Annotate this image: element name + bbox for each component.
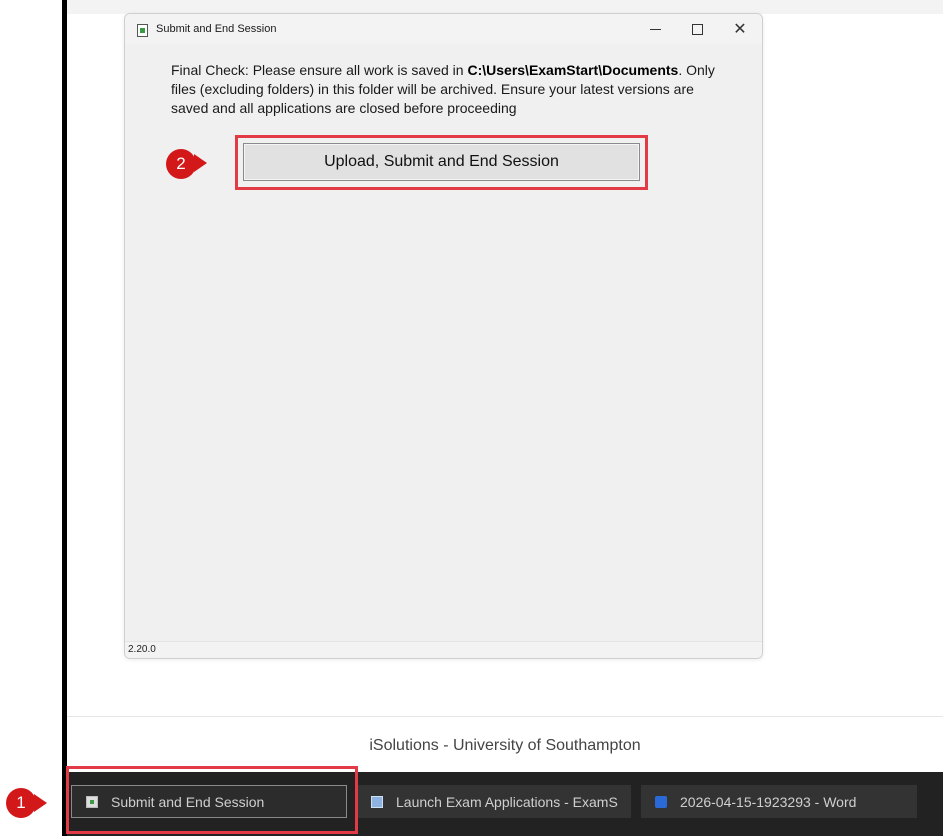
left-margin — [0, 0, 62, 836]
maximize-icon — [691, 23, 703, 35]
callout-step-1: 1 — [6, 788, 36, 818]
page-top-strip — [67, 0, 943, 14]
callout-arrow-1 — [34, 794, 47, 812]
window-title: Submit and End Session — [156, 23, 277, 35]
final-check-message: Final Check: Please ensure all work is s… — [171, 61, 731, 118]
word-icon — [655, 795, 667, 808]
close-button[interactable]: ✕ — [725, 19, 755, 39]
submit-dialog: Submit and End Session ✕ Final Check: Pl… — [124, 13, 763, 659]
app-icon — [137, 24, 148, 37]
taskbar-item-label: Launch Exam Applications - ExamS — [396, 793, 618, 810]
title-bar[interactable]: Submit and End Session ✕ — [125, 14, 762, 44]
taskbar-item-launch[interactable]: Launch Exam Applications - ExamS — [357, 785, 631, 818]
launch-app-icon — [371, 795, 383, 808]
upload-submit-end-button[interactable]: Upload, Submit and End Session — [243, 143, 640, 181]
message-text: Final Check: Please ensure all work is s… — [171, 62, 468, 78]
version-label: 2.20.0 — [125, 641, 762, 658]
taskbar-item-label: 2026-04-15-1923293 - Word — [680, 793, 857, 810]
maximize-button[interactable] — [682, 19, 712, 39]
callout-step-2: 2 — [166, 149, 196, 179]
callout-arrow-2 — [194, 154, 207, 172]
button-highlight: Upload, Submit and End Session — [235, 135, 648, 190]
taskbar-item-word[interactable]: 2026-04-15-1923293 - Word — [641, 785, 917, 818]
minimize-button[interactable] — [640, 19, 670, 39]
close-icon: ✕ — [733, 21, 747, 38]
footer-text: iSolutions - University of Southampton — [369, 737, 641, 754]
minimize-icon — [649, 28, 661, 30]
documents-path: C:\Users\ExamStart\Documents — [467, 62, 679, 78]
taskbar-highlight — [66, 766, 358, 834]
left-border — [62, 0, 67, 836]
footer-divider — [67, 716, 943, 717]
